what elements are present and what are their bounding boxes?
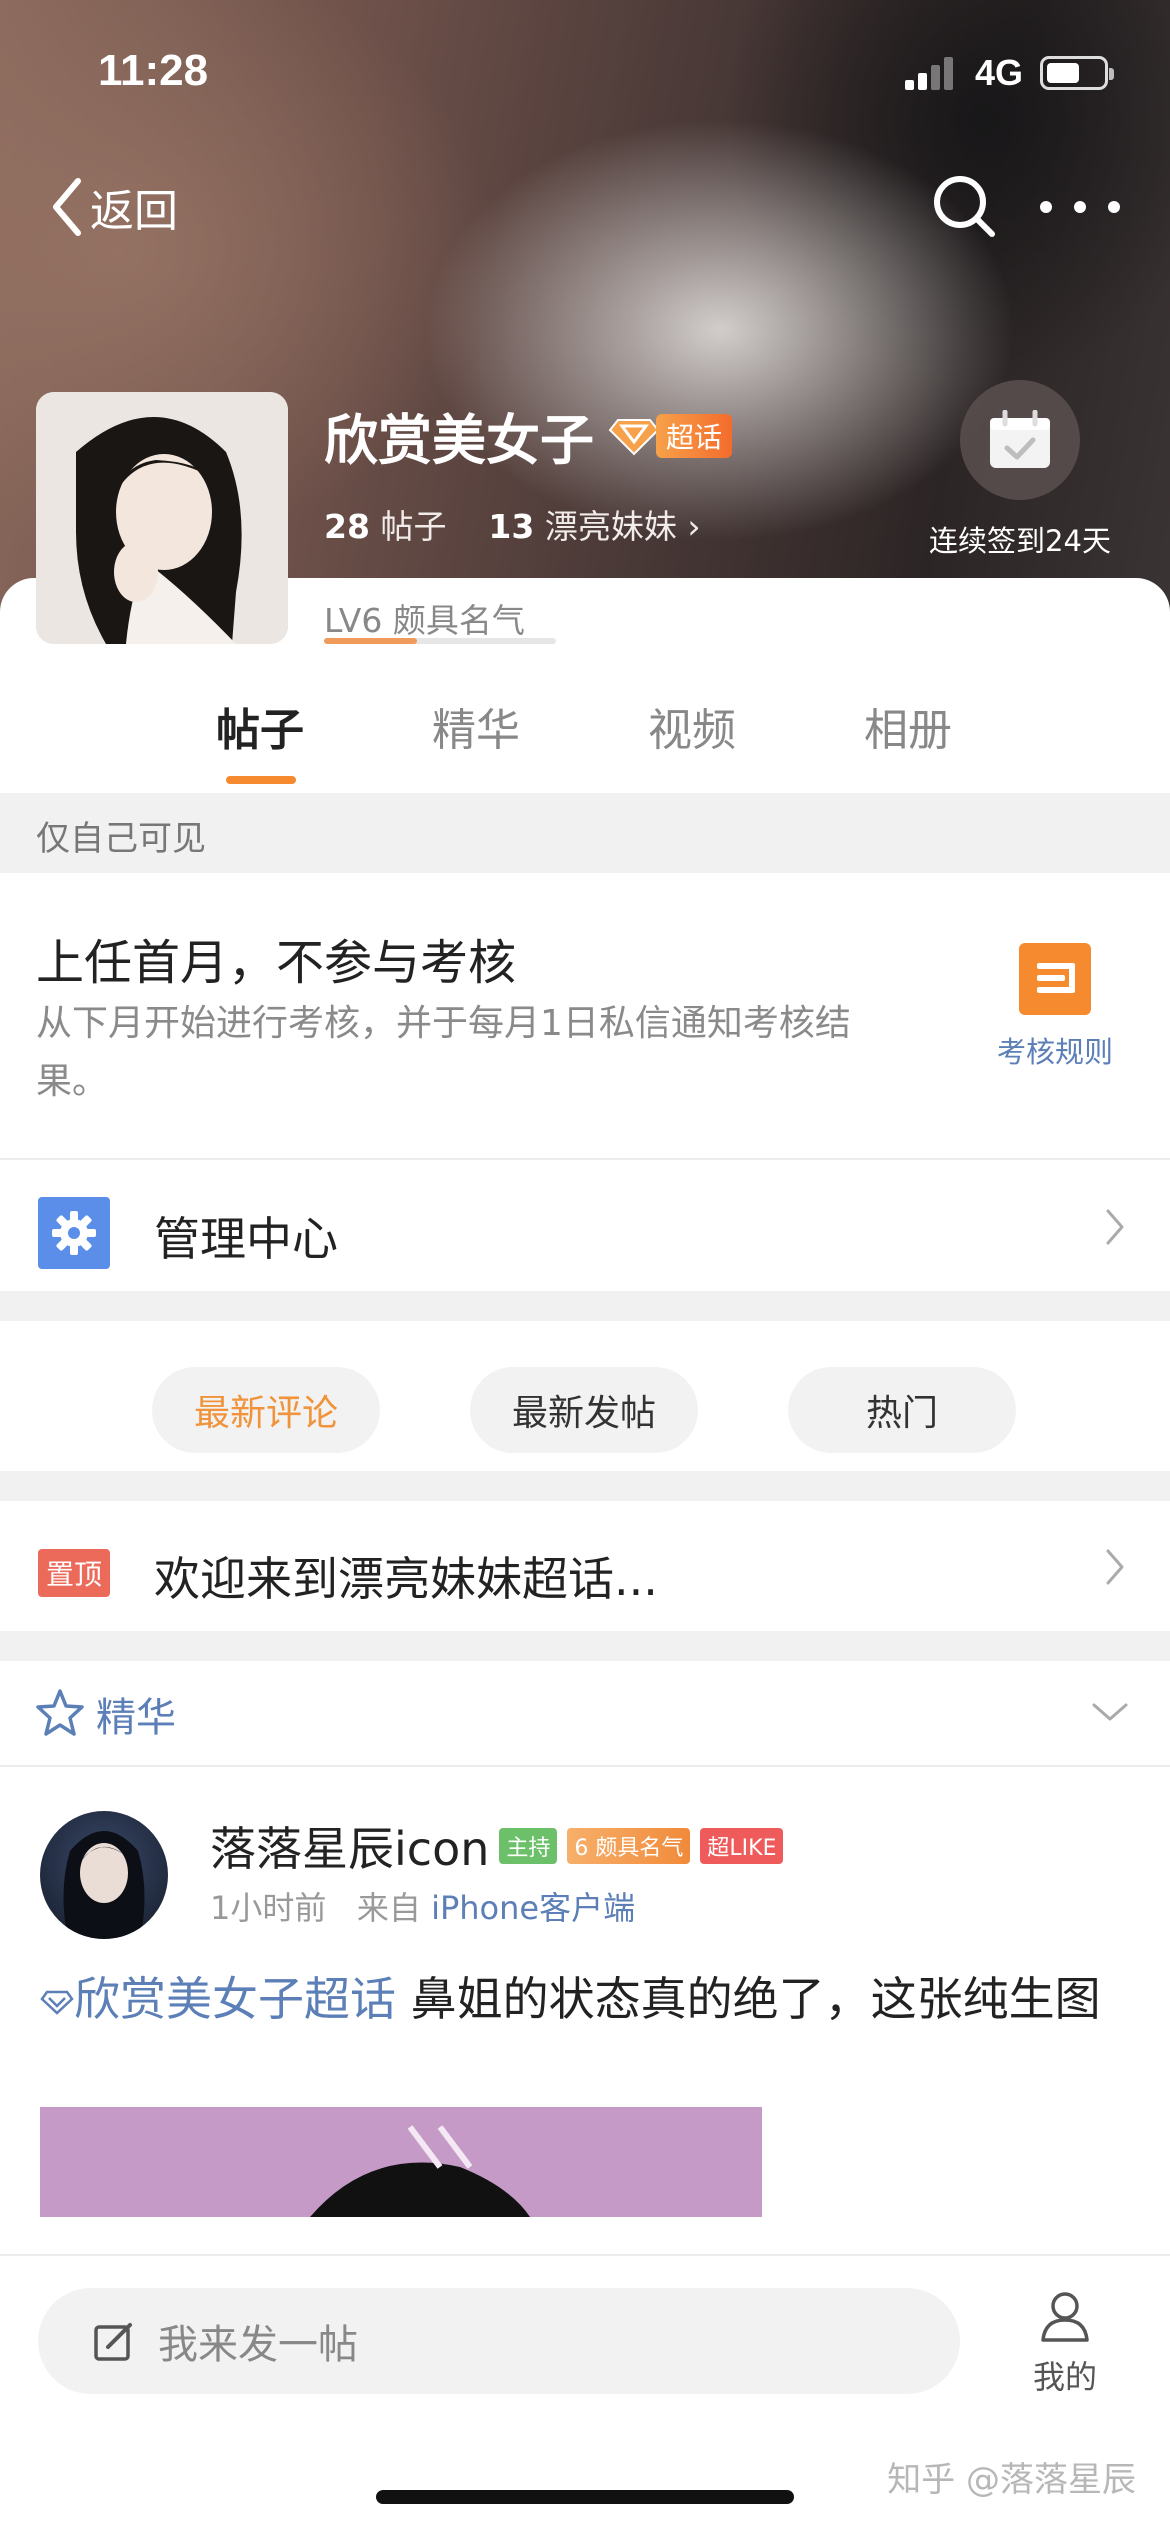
filter-hot[interactable]: 热门 xyxy=(788,1367,1016,1453)
chevron-right-icon xyxy=(1106,1549,1124,1585)
pinned-post-title: 欢迎来到漂亮妹妹超话... xyxy=(154,1552,658,1606)
main-content: LV6 颇具名气 帖子 精华 视频 相册 仅自己可见 上任首月，不参与考核 从下… xyxy=(0,578,1170,2532)
back-label: 返回 xyxy=(90,186,178,237)
post-content: 鼻姐的状态真的绝了，这张纯生图 xyxy=(410,1972,1101,2026)
post-source-prefix: 来自 xyxy=(356,1889,421,1927)
more-dot-icon xyxy=(1074,201,1086,213)
members-count: 13 xyxy=(488,507,535,546)
chevron-left-icon xyxy=(53,178,81,236)
section-separator xyxy=(0,1471,1170,1501)
posts-count: 28 xyxy=(324,507,370,546)
topic-avatar[interactable] xyxy=(36,392,288,644)
super-topic-badge: 超话 xyxy=(608,413,733,458)
host-badge: 主持 xyxy=(499,1828,558,1864)
filter-latest-posts[interactable]: 最新发帖 xyxy=(470,1367,698,1453)
bottom-bar: 我来发一帖 我的 知乎 @落落星辰 xyxy=(0,2254,1170,2532)
level-badge-label: 颇具名气 xyxy=(595,1836,684,1861)
more-button[interactable] xyxy=(1040,172,1120,242)
topic-stats[interactable]: 28 帖子 13 漂亮妹妹 › xyxy=(324,500,701,548)
topic-level: LV6 颇具名气 xyxy=(324,601,525,640)
chevron-down-icon xyxy=(1092,1703,1128,1721)
mine-button[interactable]: 我的 xyxy=(1020,2288,1110,2398)
management-center-label: 管理中心 xyxy=(154,1212,338,1266)
visibility-note: 仅自己可见 xyxy=(36,819,206,859)
portrait-image xyxy=(36,392,288,644)
level-badge: 6 颇具名气 xyxy=(567,1828,691,1864)
battery-icon xyxy=(1040,56,1114,90)
document-icon xyxy=(1019,943,1091,1015)
post-text: 欣赏美女子超话 鼻姐的状态真的绝了，这张纯生图 xyxy=(40,1965,1140,2033)
network-type: 4G xyxy=(975,52,1024,93)
author-avatar[interactable] xyxy=(40,1811,168,1939)
status-bar: 11:28 4G xyxy=(0,0,1170,140)
posts-label: 帖子 xyxy=(380,507,447,546)
search-icon xyxy=(934,176,995,237)
sort-filters: 最新评论 最新发帖 热门 xyxy=(0,1321,1170,1471)
active-tab-indicator xyxy=(226,776,296,784)
user-icon xyxy=(1041,2292,1089,2342)
notice-description: 从下月开始进行考核，并于每月1日私信通知考核结果。 xyxy=(36,1003,851,1102)
more-dot-icon xyxy=(1040,201,1052,213)
level-progress-bar xyxy=(324,638,556,644)
chevron-right-icon: › xyxy=(687,507,701,546)
visibility-note-bar: 仅自己可见 xyxy=(0,793,1170,873)
post-source[interactable]: iPhone客户端 xyxy=(431,1889,635,1927)
assessment-rules-label: 考核规则 xyxy=(996,1035,1113,1069)
search-button[interactable] xyxy=(930,172,1000,242)
compose-placeholder: 我来发一帖 xyxy=(158,2322,358,2368)
topic-title: 欣赏美女子 超话 xyxy=(324,396,733,475)
post-time: 1小时前 xyxy=(210,1889,327,1927)
calendar-check-icon xyxy=(990,410,1050,468)
gear-icon xyxy=(38,1197,110,1269)
filter-latest-comments[interactable]: 最新评论 xyxy=(152,1367,380,1453)
post-meta: 1小时前 来自 iPhone客户端 xyxy=(210,1883,635,1929)
checkin-label: 连续签到24天 xyxy=(929,524,1111,558)
diamond-icon xyxy=(608,418,660,455)
featured-section-header[interactable]: 精华 xyxy=(0,1661,1170,1765)
author-name[interactable]: 落落星辰icon xyxy=(210,1813,489,1879)
post-topic-name: 欣赏美女子超话 xyxy=(74,1972,396,2026)
featured-label: 精华 xyxy=(96,1695,176,1741)
post-image[interactable] xyxy=(40,2107,762,2217)
pinned-tag: 置顶 xyxy=(38,1549,111,1597)
author-name-row: 落落星辰icon 主持 6 颇具名气 超LIKE xyxy=(210,1813,784,1879)
back-button[interactable]: 返回 xyxy=(50,172,178,242)
signal-icon xyxy=(905,56,957,90)
status-time: 11:28 xyxy=(98,46,209,95)
super-topic-label: 超话 xyxy=(656,413,733,458)
tab-featured[interactable]: 精华 xyxy=(432,694,520,758)
tab-posts[interactable]: 帖子 xyxy=(216,694,304,758)
section-separator xyxy=(0,1631,1170,1661)
assessment-rules-button[interactable]: 考核规则 xyxy=(990,943,1120,1071)
tab-albums[interactable]: 相册 xyxy=(864,694,952,758)
pinned-post-row[interactable]: 置顶 欢迎来到漂亮妹妹超话... xyxy=(0,1501,1170,1631)
super-like-badge: 超LIKE xyxy=(700,1828,784,1864)
notice-title: 上任首月，不参与考核 xyxy=(36,935,517,991)
more-dot-icon xyxy=(1108,201,1120,213)
chevron-right-icon xyxy=(1106,1209,1124,1245)
star-icon xyxy=(36,1689,84,1736)
section-separator xyxy=(0,1291,1170,1321)
watermark: 知乎 @落落星辰 xyxy=(887,2460,1136,2500)
home-indicator[interactable] xyxy=(376,2490,794,2504)
tab-videos[interactable]: 视频 xyxy=(648,694,736,758)
post-topic-link[interactable]: 欣赏美女子超话 xyxy=(40,1972,396,2026)
tab-bar: 帖子 精华 视频 相册 xyxy=(0,694,1170,794)
members-label: 漂亮妹妹 xyxy=(544,507,677,546)
compose-post-input[interactable]: 我来发一帖 xyxy=(38,2288,960,2394)
topic-name: 欣赏美女子 xyxy=(324,409,594,472)
diamond-icon xyxy=(40,1990,74,2015)
edit-icon xyxy=(94,2323,132,2361)
level-badge-number: 6 xyxy=(574,1836,589,1861)
checkin-button[interactable]: 连续签到24天 xyxy=(920,380,1120,560)
management-center-row[interactable]: 管理中心 xyxy=(0,1161,1170,1291)
assessment-notice: 上任首月，不参与考核 从下月开始进行考核，并于每月1日私信通知考核结果。 考核规… xyxy=(0,873,1170,1158)
divider xyxy=(0,1158,1170,1160)
mine-label: 我的 xyxy=(1032,2358,1097,2396)
